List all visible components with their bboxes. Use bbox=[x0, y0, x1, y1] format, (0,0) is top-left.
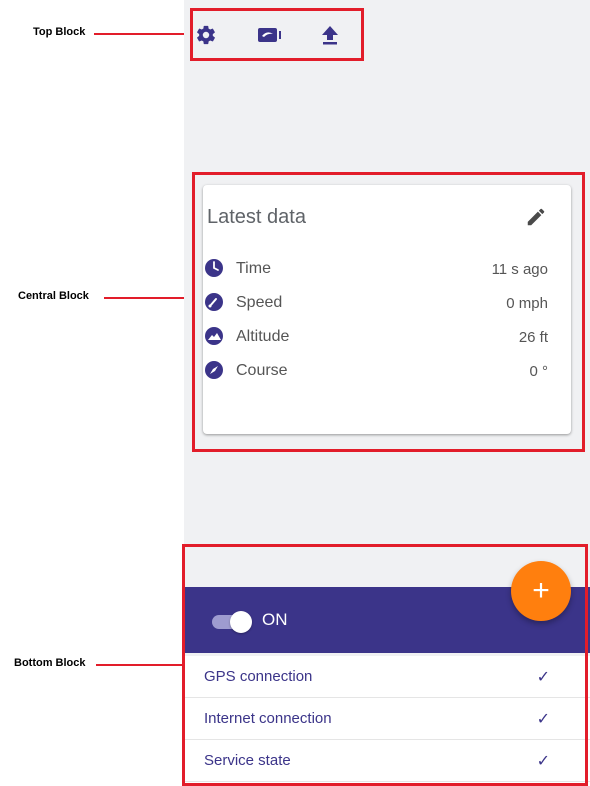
annotation-bottom-box bbox=[182, 544, 588, 786]
annotation-bottom-line bbox=[96, 664, 184, 666]
annotation-central-box bbox=[192, 172, 585, 452]
annotation-bottom-label: Bottom Block bbox=[14, 657, 86, 669]
annotation-central-line bbox=[104, 297, 193, 299]
annotation-top-label: Top Block bbox=[33, 26, 86, 38]
annotation-top-box bbox=[190, 8, 364, 61]
annotation-central-label: Central Block bbox=[18, 290, 89, 302]
annotation-top-line bbox=[94, 33, 190, 35]
